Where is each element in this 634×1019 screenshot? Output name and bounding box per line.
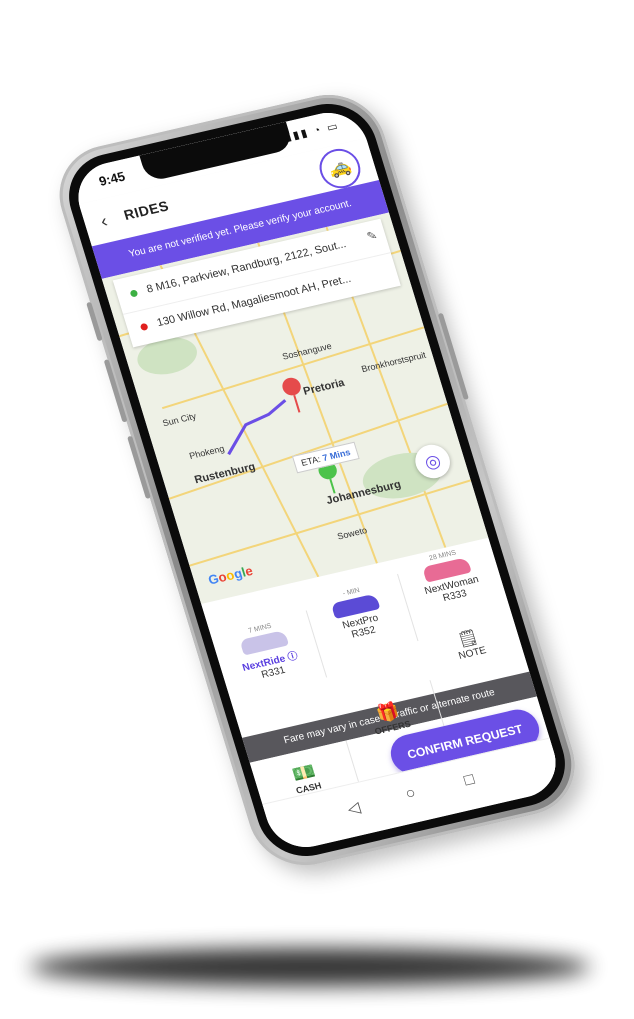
back-arrow-icon[interactable]: ‹ [98, 211, 110, 232]
eta-value: 7 Mins [321, 447, 352, 463]
page-title: RIDES [121, 197, 171, 223]
nav-recent-icon[interactable]: □ [462, 771, 477, 790]
nav-home-icon[interactable]: ○ [403, 784, 418, 803]
pickup-dot-icon [129, 289, 139, 298]
status-icons: ▮▮▮ ◔ ▭ [283, 119, 342, 144]
eta-prefix: ETA: [299, 453, 325, 468]
route-map[interactable]: 8 M16, Parkview, Randburg, 2122, Sout...… [101, 212, 489, 604]
phone-device: 9:45 ▮▮▮ ◔ ▭ ‹ RIDES 🚕 You are not verif… [46, 84, 588, 876]
status-time: 9:45 [97, 168, 127, 189]
nav-back-icon[interactable]: ◁ [345, 797, 363, 819]
phone-shadow [30, 948, 590, 986]
ride-option-nextride[interactable]: 7 MINS NextRide ⓘ R331 [209, 610, 328, 700]
dropoff-dot-icon [139, 322, 149, 332]
